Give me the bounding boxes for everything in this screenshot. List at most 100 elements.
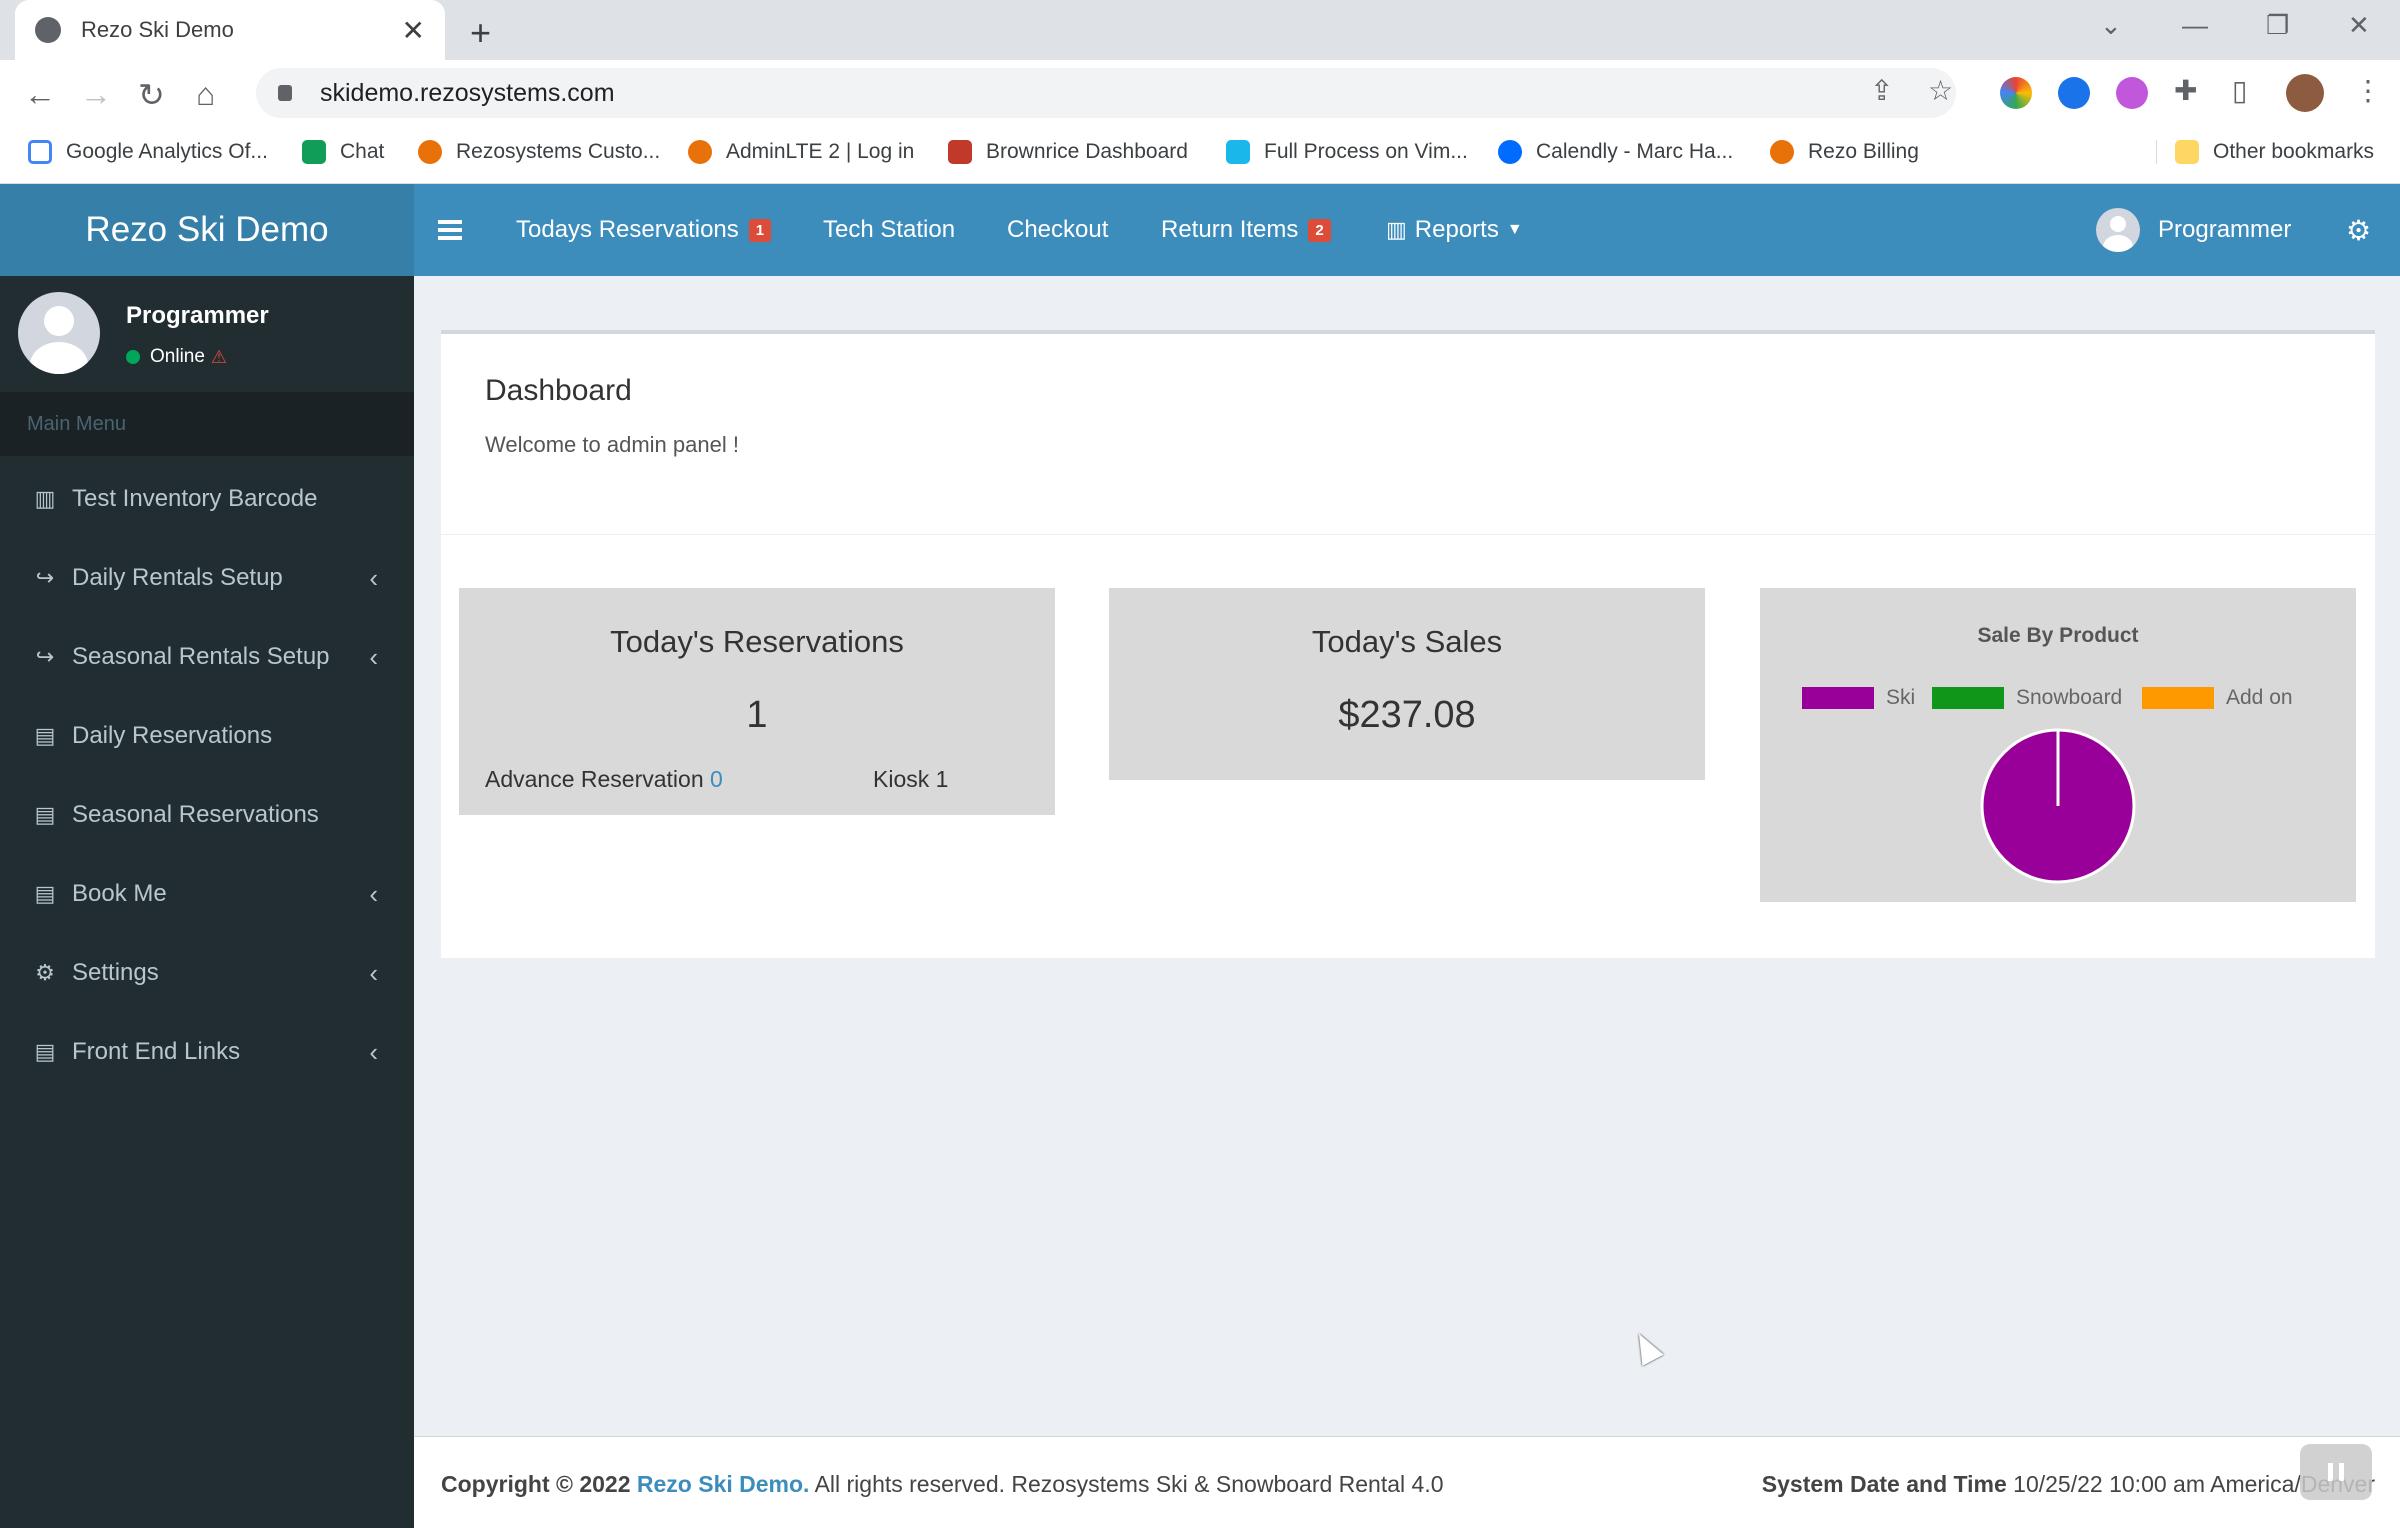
chevron-left-icon: ‹ [369,878,378,909]
sidebar-item-label: Seasonal Reservations [72,801,319,828]
chevron-left-icon: ‹ [369,641,378,672]
bookmark-label: Google Analytics Of... [66,140,268,163]
address-bar[interactable]: skidemo.rezosystems.com [256,68,1956,118]
browser-menu-icon[interactable]: ⋮ [2354,74,2382,107]
bookmark-adminlte[interactable]: AdminLTE 2 | Log in [688,140,914,164]
bookmark-calendly[interactable]: Calendly - Marc Ha... [1498,140,1733,164]
profile-avatar[interactable] [2286,74,2324,112]
bookmarks-bar: Google Analytics Of... Chat Rezosystems … [0,126,2400,184]
bookmark-vimeo[interactable]: Full Process on Vim... [1226,140,1468,164]
cogs-icon: ⚙ [35,960,55,985]
nav-label: Todays Reservations [516,216,739,243]
nav-todays-reservations[interactable]: Todays Reservations 1 [516,184,772,276]
sidebar-item-daily-rentals-setup[interactable]: ↪ Daily Rentals Setup ‹ [0,543,414,613]
caret-down-icon: ▼ [1506,221,1523,238]
side-panel-icon[interactable]: ▯ [2232,74,2247,107]
extensions-puzzle-icon[interactable]: ✚ [2174,74,2197,107]
reservations-count: 1 [746,694,768,736]
book-icon: ▤ [34,802,56,827]
sidebar-item-settings[interactable]: ⚙ Settings ‹ [0,938,414,1008]
extension-c-icon[interactable] [2058,77,2090,109]
bookmark-brownrice[interactable]: Brownrice Dashboard [948,140,1188,164]
vimeo-icon [1226,140,1250,164]
sale-by-product-chart: Sale By Product Ski Snowboard Add on [1760,588,2356,902]
sidebar-item-front-end-links[interactable]: ▤ Front End Links ‹ [0,1017,414,1087]
app-logo[interactable]: Rezo Ski Demo [0,184,414,276]
rezo-icon [688,140,712,164]
sidebar-item-daily-reservations[interactable]: ▤ Daily Reservations [0,701,414,771]
copyright: Copyright © 2022 Rezo Ski Demo. All righ… [441,1471,1444,1498]
tab-search-icon[interactable]: ⌄ [2100,10,2122,41]
bookmark-label: Full Process on Vim... [1264,140,1468,163]
lock-icon[interactable] [278,85,292,101]
status-label: Online [150,346,205,367]
user-menu[interactable]: Programmer [2096,184,2291,276]
sidebar-item-book-me[interactable]: ▤ Book Me ‹ [0,859,414,929]
bookmark-rezo-billing[interactable]: Rezo Billing [1770,140,1919,164]
close-window-icon[interactable]: ✕ [2348,10,2370,41]
menu-header: Main Menu [0,392,414,456]
sidebar-item-label: Book Me [72,880,167,907]
bookmark-label: Chat [340,140,385,163]
footer: Copyright © 2022 Rezo Ski Demo. All righ… [414,1436,2400,1528]
advance-reservation-count[interactable]: 0 [710,766,723,792]
home-icon[interactable]: ⌂ [196,76,215,113]
brand-link[interactable]: Rezo Ski Demo. [637,1471,810,1497]
folder-icon [2175,140,2199,164]
extension-power-icon[interactable] [2116,77,2148,109]
sidebar-item-label: Test Inventory Barcode [72,485,318,512]
star-icon[interactable]: ☆ [1928,74,1953,107]
bookmark-chat[interactable]: Chat [302,140,384,164]
pause-recording-button[interactable] [2300,1444,2372,1500]
back-icon[interactable]: ← [24,76,56,113]
system-datetime: System Date and Time 10/25/22 10:00 am A… [1762,1471,2375,1498]
nav-return-items[interactable]: Return Items 2 [1161,184,1331,276]
url-text[interactable]: skidemo.rezosystems.com [320,79,615,108]
share-icon[interactable]: ⇪ [1870,74,1893,107]
globe-icon [35,17,61,43]
todays-reservations-card: Today's Reservations 1 Advance Reservati… [459,588,1055,815]
copyright-prefix: Copyright © 2022 [441,1471,631,1497]
avatar [18,292,100,374]
advance-reservation: Advance Reservation 0 [485,766,723,793]
browser-tab[interactable]: Rezo Ski Demo ✕ [15,0,445,60]
bookmark-label: Calendly - Marc Ha... [1536,140,1734,163]
extension-color-icon[interactable] [2000,77,2032,109]
sidebar-item-test-inventory-barcode[interactable]: ▥ Test Inventory Barcode [0,464,414,534]
sales-total: $237.08 [1338,694,1476,736]
chat-icon [302,140,326,164]
minimize-icon[interactable]: — [2182,10,2208,41]
divider [441,534,2375,535]
nav-checkout[interactable]: Checkout [1007,184,1108,276]
nav-reports-dropdown[interactable]: ▥ Reports ▼ [1386,184,1523,276]
other-bookmarks-label: Other bookmarks [2213,140,2375,163]
forward-icon[interactable]: → [80,76,112,113]
online-status[interactable]: Online ⚠ [126,346,227,368]
reload-icon[interactable]: ↻ [138,76,165,114]
restore-icon[interactable]: ❐ [2266,10,2289,41]
nav-label: Return Items [1161,216,1299,243]
rights-text: All rights reserved. Rezosystems Ski & S… [814,1471,1444,1497]
bookmark-rezosystems[interactable]: Rezosystems Custo... [418,140,660,164]
control-sidebar-cogs-icon[interactable]: ⚙ [2346,184,2371,276]
new-tab-icon[interactable]: + [470,12,491,54]
pie-chart [1980,728,2136,884]
bookmark-label: AdminLTE 2 | Log in [726,140,915,163]
bookmark-label: Rezo Billing [1808,140,1919,163]
sidebar-item-seasonal-reservations[interactable]: ▤ Seasonal Reservations [0,780,414,850]
other-bookmarks[interactable]: Other bookmarks [2156,140,2374,164]
bookmark-google-analytics[interactable]: Google Analytics Of... [28,140,268,164]
nav-label: Reports [1414,216,1499,243]
page-title: Dashboard [485,374,632,407]
brownrice-icon [948,140,972,164]
sidebar-user-panel: Programmer Online ⚠ [0,276,414,392]
nav-tech-station[interactable]: Tech Station [823,184,955,276]
tab-title: Rezo Ski Demo [81,17,234,42]
close-tab-icon[interactable]: ✕ [402,14,425,47]
reservations-card-title: Today's Reservations [610,624,904,659]
sidebar-item-label: Daily Rentals Setup [72,564,283,591]
nav-label: Checkout [1007,216,1109,243]
sidebar-toggle-icon[interactable] [438,184,462,276]
book-icon: ▤ [34,723,56,748]
sidebar-item-seasonal-rentals-setup[interactable]: ↪ Seasonal Rentals Setup ‹ [0,622,414,692]
